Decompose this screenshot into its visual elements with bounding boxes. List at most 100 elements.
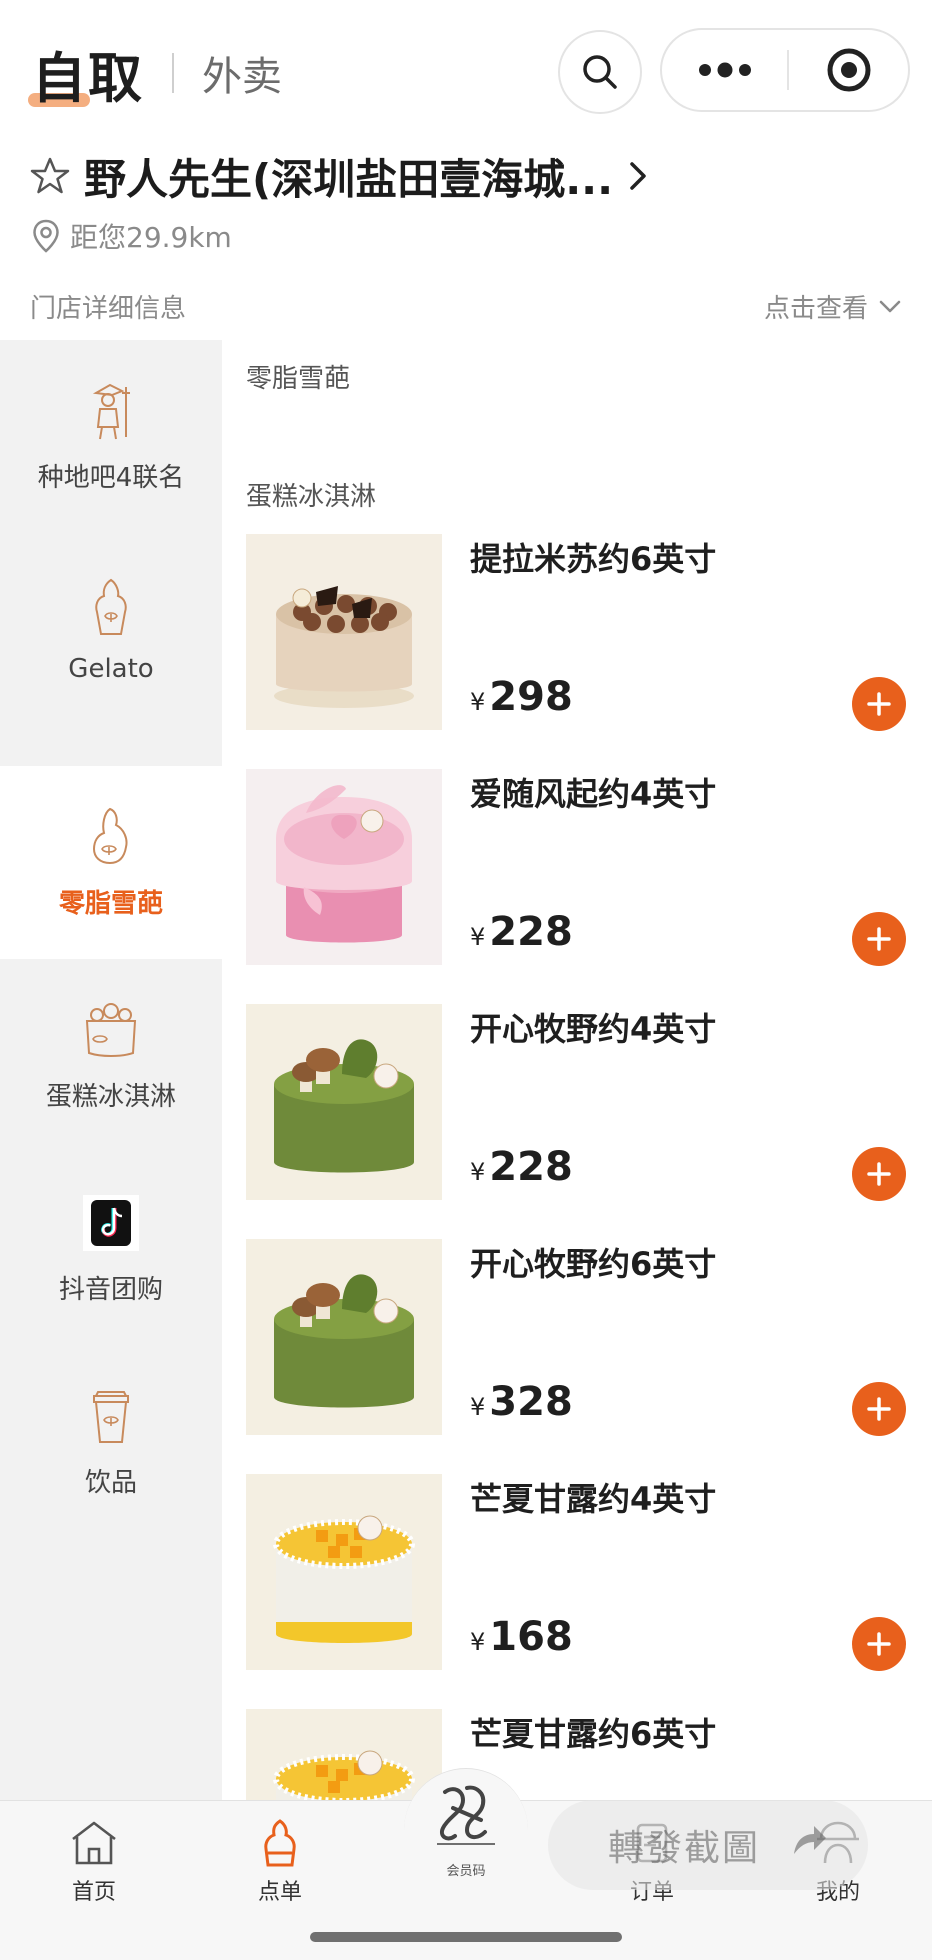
share-arrow-icon (794, 1826, 826, 1854)
tab-divider (172, 53, 174, 93)
plus-icon (867, 1397, 891, 1421)
sidebar-item-douyin-group[interactable]: 抖音团购 (0, 1152, 222, 1345)
product-image[interactable] (246, 1474, 442, 1670)
tab-order[interactable]: 点单 (210, 1801, 350, 1921)
product-price: ¥ 168 (470, 1614, 573, 1660)
add-to-cart-button[interactable] (852, 677, 906, 731)
product-card[interactable]: 爱随风起约4英寸 ¥ 228 (222, 769, 932, 1004)
home-indicator[interactable] (310, 1932, 622, 1942)
product-card[interactable]: 开心牧野约6英寸 ¥ 328 (222, 1239, 932, 1474)
product-image[interactable] (246, 1004, 442, 1200)
plus-icon (867, 692, 891, 716)
tab-home[interactable]: 首页 (24, 1801, 164, 1921)
currency-symbol: ¥ (470, 1628, 486, 1656)
section-title-sorbet: 零脂雪葩 (246, 364, 351, 394)
category-sidebar: 种地吧4联名 Gelato 零脂雪葩 蛋糕冰淇淋 抖音团购 饮品 (0, 340, 222, 1800)
distance-row: 距您29.9km (32, 216, 232, 256)
search-button[interactable] (558, 30, 642, 114)
farmer-icon (79, 379, 143, 443)
sidebar-item-cake-icecream[interactable]: 蛋糕冰淇淋 (0, 959, 222, 1152)
product-name: 芒夏甘露约6英寸 (470, 1715, 717, 1753)
more-button[interactable] (662, 30, 787, 110)
tab-pickup[interactable]: 自取 (28, 34, 144, 113)
sidebar-item-label: 种地吧4联名 (37, 463, 185, 493)
section-title-cake: 蛋糕冰淇淋 (246, 482, 377, 512)
currency-symbol: ¥ (470, 1158, 486, 1186)
tab-pickup-label: 自取 (32, 46, 144, 110)
tab-label: 点单 (257, 1880, 302, 1905)
cup-icon (79, 1384, 143, 1448)
sidebar-item-label: 蛋糕冰淇淋 (45, 1082, 176, 1112)
location-pin-icon (33, 219, 59, 253)
store-distance: 距您29.9km (70, 221, 232, 254)
product-image[interactable] (246, 534, 442, 730)
chevron-down-icon (879, 300, 901, 312)
sorbet-icon (79, 805, 143, 869)
mode-tabs: 自取 外卖 (28, 38, 282, 110)
price-amount: 168 (489, 1614, 573, 1660)
price-amount: 328 (489, 1379, 573, 1425)
sidebar-item-label: 零脂雪葩 (58, 889, 163, 919)
price-amount: 298 (489, 674, 573, 720)
product-name: 开心牧野约4英寸 (470, 1010, 717, 1048)
header: 自取 外卖 野人先生(深圳盐田壹海城... 距您29.9km 门店详细信息 点击… (0, 0, 932, 340)
sidebar-item-farm-collab[interactable]: 种地吧4联名 (0, 340, 222, 533)
miniapp-capsule (660, 28, 910, 112)
store-name: 野人先生(深圳盐田壹海城... (84, 154, 614, 204)
tab-label: 首页 (71, 1880, 116, 1905)
store-detail-link-label: 点击查看 (763, 294, 868, 324)
product-card[interactable]: 提拉米苏约6英寸 ¥ 298 (222, 534, 932, 769)
member-logo-icon (437, 1785, 495, 1845)
product-name: 开心牧野约6英寸 (470, 1245, 717, 1283)
star-icon[interactable] (30, 156, 70, 196)
add-to-cart-button[interactable] (852, 1382, 906, 1436)
add-to-cart-button[interactable] (852, 1617, 906, 1671)
plus-icon (867, 1162, 891, 1186)
store-selector[interactable]: 野人先生(深圳盐田壹海城... (30, 148, 649, 204)
product-name: 芒夏甘露约4英寸 (470, 1480, 717, 1518)
tab-label: 会员码 (446, 1864, 486, 1879)
douyin-icon (79, 1191, 143, 1255)
price-amount: 228 (489, 1144, 573, 1190)
product-image[interactable] (246, 769, 442, 965)
watermark-text: 轉發截圖 (608, 1828, 761, 1869)
product-card[interactable]: 芒夏甘露约4英寸 ¥ 168 (222, 1474, 932, 1709)
order-cone-icon (260, 1816, 300, 1870)
sidebar-item-label: 饮品 (84, 1468, 137, 1498)
share-screenshot-overlay[interactable]: 轉發截圖 (548, 1800, 868, 1890)
gelato-cone-icon (79, 576, 143, 640)
product-list: 零脂雪葩 蛋糕冰淇淋 提拉米苏约6英寸 ¥ 298 爱随风起约4英寸 ¥ 228… (222, 340, 932, 1800)
target-close-icon (827, 48, 870, 92)
product-price: ¥ 328 (470, 1379, 573, 1425)
product-price: ¥ 228 (470, 1144, 573, 1190)
store-detail-label: 门店详细信息 (30, 294, 187, 324)
product-price: ¥ 298 (470, 674, 573, 720)
chevron-right-icon (630, 162, 646, 190)
sidebar-item-drinks[interactable]: 饮品 (0, 1345, 222, 1538)
plus-icon (867, 927, 891, 951)
tab-delivery[interactable]: 外卖 (202, 44, 282, 102)
price-amount: 228 (489, 909, 573, 955)
close-miniapp-button[interactable] (789, 30, 908, 110)
search-icon (583, 55, 617, 89)
product-card[interactable]: 开心牧野约4英寸 ¥ 228 (222, 1004, 932, 1239)
tab-member-code[interactable]: 会员码 (404, 1772, 528, 1912)
add-to-cart-button[interactable] (852, 912, 906, 966)
currency-symbol: ¥ (470, 923, 486, 951)
cake-icon (79, 998, 143, 1062)
sidebar-item-label: Gelato (68, 653, 154, 684)
more-dots-icon (698, 62, 751, 78)
sidebar-item-sorbet[interactable]: 零脂雪葩 (0, 766, 222, 959)
product-name: 爱随风起约4英寸 (470, 775, 717, 813)
store-detail-link[interactable]: 点击查看 (764, 288, 902, 325)
product-card[interactable]: 芒夏甘露约6英寸 (222, 1709, 932, 1800)
plus-icon (867, 1632, 891, 1656)
product-price: ¥ 228 (470, 909, 573, 955)
product-image[interactable] (246, 1239, 442, 1435)
sidebar-item-gelato[interactable]: Gelato (0, 533, 222, 726)
add-to-cart-button[interactable] (852, 1147, 906, 1201)
sidebar-item-label: 抖音团购 (58, 1275, 163, 1305)
currency-symbol: ¥ (470, 688, 486, 716)
product-name: 提拉米苏约6英寸 (470, 540, 717, 578)
home-icon (67, 1816, 121, 1870)
